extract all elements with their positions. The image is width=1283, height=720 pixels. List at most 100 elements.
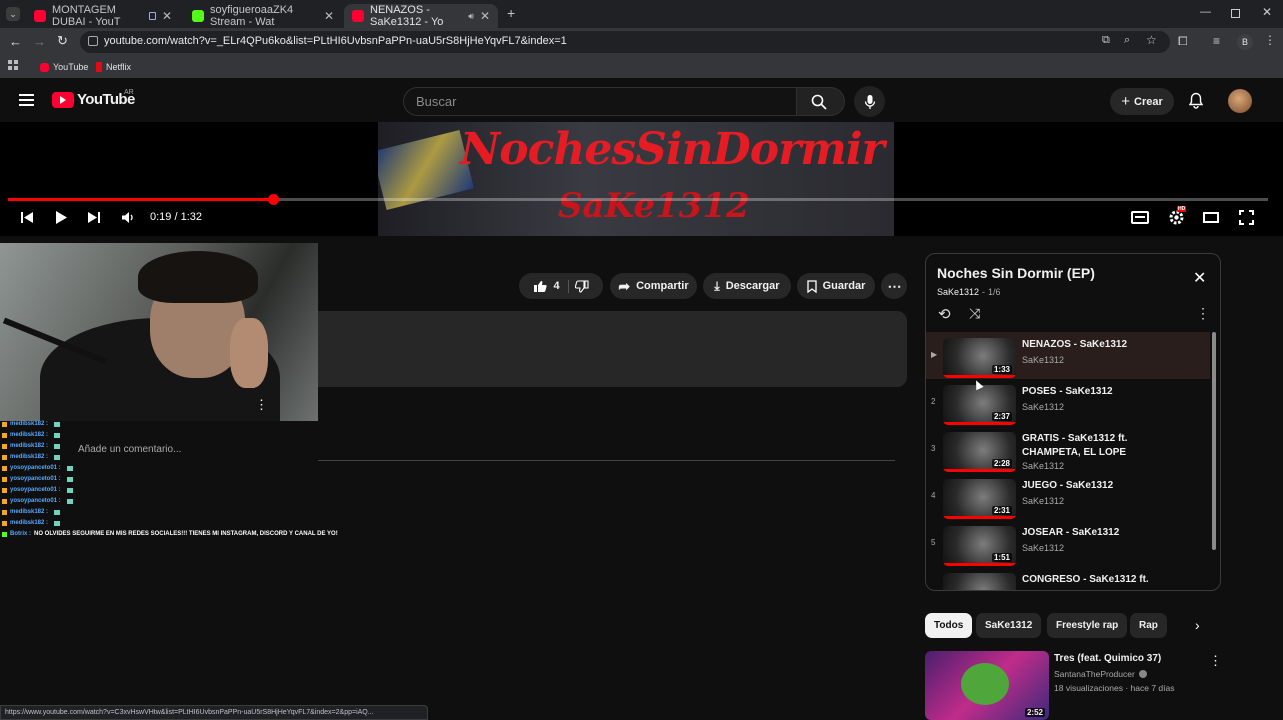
close-tab-icon[interactable]: ✕ <box>324 9 334 23</box>
more-actions-button[interactable]: ⋯ <box>881 273 907 299</box>
playlist-item[interactable]: 2 2:37 POSES - SaKe1312 SaKe1312 <box>926 379 1210 426</box>
youtube-logo[interactable]: YouTube <box>52 91 135 108</box>
create-button[interactable]: + Crear <box>1110 88 1174 115</box>
chip-rap[interactable]: Rap <box>1130 613 1167 638</box>
description-box[interactable] <box>318 311 907 387</box>
bookmark-icon <box>806 279 817 293</box>
minimize-button[interactable]: — <box>1200 6 1211 18</box>
save-button[interactable]: Guardar <box>797 273 875 299</box>
recommendation-channel[interactable]: SantanaTheProducer <box>1054 669 1135 679</box>
forward-icon[interactable]: → <box>33 34 46 49</box>
close-tab-icon[interactable]: ✕ <box>162 9 172 23</box>
tab-kick-stream[interactable]: soyfigueroaaZK4 Stream - Wat ✕ <box>184 4 342 28</box>
bookmark-netflix[interactable]: Netflix <box>96 59 131 75</box>
person-hair-shape <box>138 251 258 303</box>
playlist-menu-icon[interactable]: ⋮ <box>1196 305 1210 322</box>
chat-message: yosoypanceto01 : <box>2 498 73 504</box>
search-button[interactable] <box>797 87 845 116</box>
zoom-icon[interactable]: ⌕ <box>1124 34 1130 47</box>
hd-badge: HD <box>1177 206 1187 212</box>
volume-icon <box>122 212 133 223</box>
progress-scrubber-handle[interactable] <box>267 194 279 205</box>
playlist-item-index: 2 <box>931 397 936 406</box>
share-arrow-icon: ➦ <box>618 277 631 294</box>
chat-badge-icon <box>2 422 7 427</box>
media-control-icon[interactable]: ≡ <box>1213 34 1220 48</box>
video-art-subtitle: SaKe1312 <box>558 186 750 226</box>
chat-username: yosoypanceto01 : <box>10 476 61 482</box>
playlist-item-thumbnail: 2:31 <box>943 479 1016 519</box>
playlist-item-title: GRATIS - SaKe1312 ft. CHAMPETA, EL LOPE <box>1022 433 1128 458</box>
next-button[interactable] <box>87 211 100 224</box>
download-icon: ⤓ <box>714 278 720 293</box>
profile-avatar[interactable]: B <box>1237 34 1253 50</box>
browser-menu-icon[interactable]: ⋮ <box>1264 33 1276 47</box>
recommendation-title[interactable]: Tres (feat. Quimico 37) <box>1054 653 1161 664</box>
maximize-button[interactable] <box>1231 9 1240 18</box>
comment-input[interactable]: Añade un comentario... <box>78 444 181 455</box>
notifications-bell-icon[interactable] <box>1188 92 1204 109</box>
playlist-item[interactable]: ▶ 1:33 NENAZOS - SaKe1312 SaKe1312 <box>926 332 1210 379</box>
loop-playlist-icon[interactable]: ⟲ <box>938 305 951 323</box>
previous-button[interactable] <box>21 211 34 224</box>
tab-montagem-dubai[interactable]: MONTAGEM DUBAI - YouT ✕ <box>26 4 180 28</box>
install-app-icon[interactable]: ⧉ <box>1102 34 1110 47</box>
apps-grid-icon[interactable] <box>8 60 18 70</box>
extensions-icon[interactable]: ⧠ <box>1178 34 1188 49</box>
back-icon[interactable]: ← <box>9 34 22 49</box>
chat-username: yosoypanceto01 : <box>10 487 61 493</box>
like-button[interactable]: 4 <box>533 279 569 293</box>
site-info-icon[interactable] <box>88 36 98 46</box>
account-avatar[interactable] <box>1228 89 1252 113</box>
dislike-button[interactable] <box>574 279 589 293</box>
close-window-button[interactable]: ✕ <box>1262 5 1272 19</box>
browser-tab-strip: ⌄ MONTAGEM DUBAI - YouT ✕ soyfigueroaaZK… <box>0 0 1283 28</box>
playlist-item[interactable]: 3 2:28 GRATIS - SaKe1312 ft. CHAMPETA, EL … <box>926 426 1210 473</box>
tab-nenazos[interactable]: NENAZOS - SaKe1312 - Yo 🔊︎ ✕ <box>344 4 498 28</box>
recommendation-thumbnail[interactable]: 2:52 <box>925 651 1049 720</box>
bookmarks-bar: YouTube Netflix <box>0 56 1283 78</box>
plus-icon: + <box>1121 93 1130 110</box>
chat-emote-icon <box>54 422 61 427</box>
bookmark-star-icon[interactable]: ☆ <box>1146 33 1157 47</box>
search-input[interactable]: Buscar <box>403 87 797 116</box>
recommendation-menu-icon[interactable]: ⋮ <box>1209 653 1222 669</box>
audio-playing-icon[interactable]: 🔊︎ <box>468 11 474 22</box>
fullscreen-icon <box>1239 210 1254 225</box>
chips-next-chevron-icon[interactable]: › <box>1195 617 1200 633</box>
youtube-favicon-icon <box>34 10 46 22</box>
playlist-title[interactable]: Noches Sin Dormir (EP) <box>937 265 1095 281</box>
hamburger-menu-icon[interactable] <box>19 94 34 106</box>
voice-search-button[interactable] <box>854 86 885 117</box>
chat-text: NO OLVIDES SEGUIRME EN MIS REDES SOCIALE… <box>34 531 338 537</box>
bookmark-youtube[interactable]: YouTube <box>40 59 88 75</box>
tab-search-icon[interactable]: ⌄ <box>6 7 20 21</box>
volume-button[interactable] <box>121 211 134 224</box>
download-button[interactable]: ⤓ Descargar <box>703 273 791 299</box>
close-playlist-icon[interactable]: ✕ <box>1193 268 1206 288</box>
theater-mode-icon[interactable] <box>1203 212 1219 223</box>
play-button[interactable] <box>55 210 68 225</box>
close-tab-icon[interactable]: ✕ <box>480 9 490 23</box>
tab-title: soyfigueroaaZK4 Stream - Wat <box>210 4 294 28</box>
playlist-item[interactable]: CONGRESO - SaKe1312 ft. <box>926 567 1210 590</box>
chip-sake1312[interactable]: SaKe1312 <box>976 613 1042 638</box>
create-label: Crear <box>1134 95 1163 108</box>
subtitles-button[interactable] <box>1131 211 1149 224</box>
chip-todos[interactable]: Todos <box>925 613 973 638</box>
shuffle-icon[interactable]: ⤨ <box>969 305 980 322</box>
playlist-scrollbar[interactable] <box>1212 332 1216 550</box>
new-tab-button[interactable]: + <box>507 5 515 21</box>
reload-icon[interactable]: ↻ <box>57 33 68 49</box>
playlist-owner[interactable]: SaKe1312 <box>937 287 979 297</box>
share-button[interactable]: ➦ Compartir <box>610 273 697 299</box>
playlist-item[interactable]: 4 2:31 JUEGO - SaKe1312 SaKe1312 <box>926 473 1210 520</box>
fullscreen-button[interactable] <box>1239 210 1254 225</box>
playlist-item-duration: 1:33 <box>991 365 1012 374</box>
chip-freestyle-rap[interactable]: Freestyle rap <box>1047 613 1128 638</box>
playlist-item[interactable]: 5 1:51 JOSEAR - SaKe1312 SaKe1312 <box>926 520 1210 567</box>
playlist-item-menu-icon[interactable]: ⋮ <box>255 397 268 413</box>
settings-button[interactable]: HD <box>1168 206 1187 226</box>
address-bar[interactable]: youtube.com/watch?v=_ELr4QPu6ko&list=PLt… <box>80 31 1170 53</box>
recommendation-meta: 18 visualizaciones · hace 7 días <box>1054 683 1175 693</box>
